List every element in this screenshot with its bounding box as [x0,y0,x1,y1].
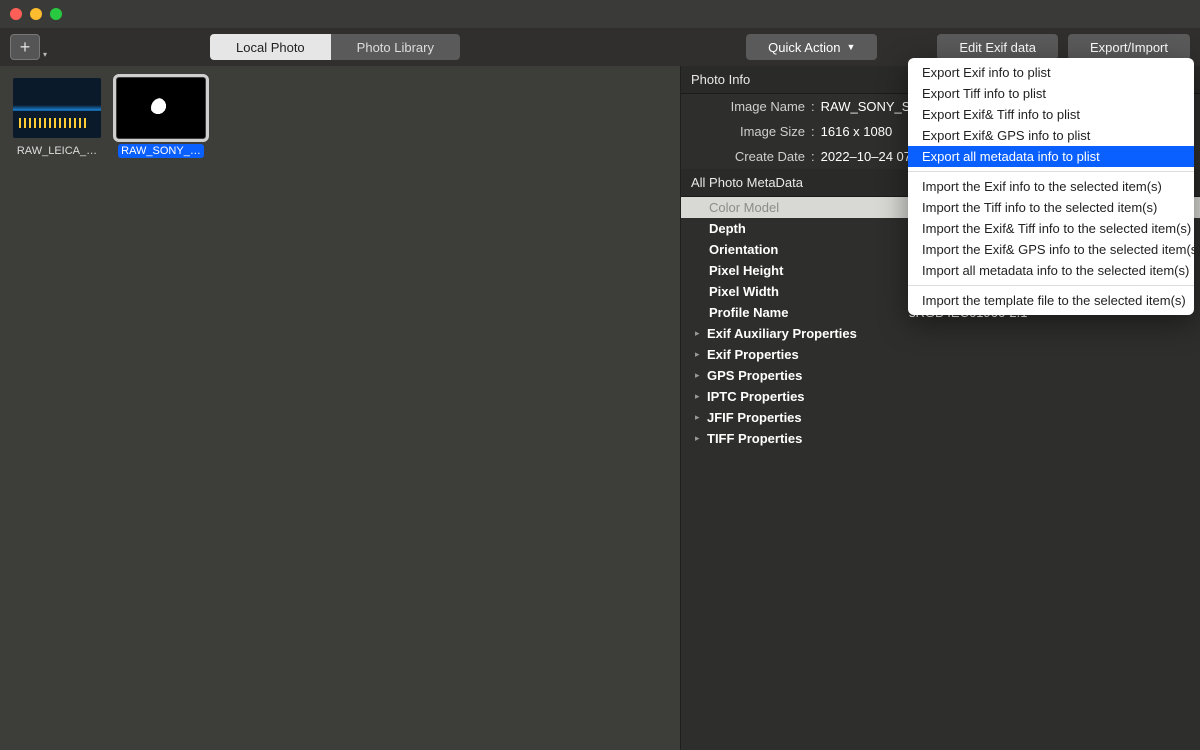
thumbnail-grid: RAW_LEICA_… RAW_SONY_… [0,66,680,750]
menu-item[interactable]: Export Tiff info to plist [908,83,1194,104]
maximize-icon[interactable] [50,8,62,20]
disclosure-triangle-icon: ▸ [695,349,707,360]
export-import-menu: Export Exif info to plistExport Tiff inf… [908,58,1194,315]
menu-item[interactable]: Export Exif& Tiff info to plist [908,104,1194,125]
metadata-group[interactable]: ▸Exif Properties [681,344,1200,365]
disclosure-triangle-icon: ▸ [695,412,707,423]
disclosure-triangle-icon: ▸ [695,391,707,402]
menu-item[interactable]: Export Exif info to plist [908,62,1194,83]
thumbnail-label: RAW_SONY_… [118,144,204,158]
chevron-down-icon: ▼ [846,42,855,52]
metadata-group-label: IPTC Properties [707,389,907,404]
metadata-group-label: JFIF Properties [707,410,907,425]
metadata-group[interactable]: ▸JFIF Properties [681,407,1200,428]
metadata-key: Depth [709,221,909,236]
source-tabs: Local Photo Photo Library [210,34,460,60]
menu-separator [908,285,1194,286]
export-import-button[interactable]: Export/Import [1068,34,1190,60]
chevron-down-icon: ▾ [43,50,47,59]
menu-item[interactable]: Import the template file to the selected… [908,290,1194,311]
metadata-group-label: Exif Properties [707,347,907,362]
metadata-group[interactable]: ▸GPS Properties [681,365,1200,386]
close-icon[interactable] [10,8,22,20]
menu-item[interactable]: Import the Exif info to the selected ite… [908,176,1194,197]
edit-exif-button[interactable]: Edit Exif data [937,34,1058,60]
menu-item[interactable]: Import the Exif& GPS info to the selecte… [908,239,1194,260]
thumbnail-item[interactable]: RAW_LEICA_… [12,78,102,158]
metadata-key: Pixel Width [709,284,909,299]
metadata-group[interactable]: ▸IPTC Properties [681,386,1200,407]
thumbnail-image [13,78,101,138]
disclosure-triangle-icon: ▸ [695,433,707,444]
menu-item[interactable]: Import the Tiff info to the selected ite… [908,197,1194,218]
tab-photo-library[interactable]: Photo Library [331,34,460,60]
info-key: Image Size [695,124,805,139]
metadata-group-label: Exif Auxiliary Properties [707,326,907,341]
metadata-key: Color Model [709,200,909,215]
thumbnail-item[interactable]: RAW_SONY_… [116,78,206,158]
info-key: Create Date [695,149,805,164]
tab-local-photo[interactable]: Local Photo [210,34,331,60]
titlebar [0,0,1200,28]
metadata-group[interactable]: ▸Exif Auxiliary Properties [681,323,1200,344]
plus-icon: + [20,37,31,58]
menu-item[interactable]: Import all metadata info to the selected… [908,260,1194,281]
menu-item[interactable]: Export Exif& GPS info to plist [908,125,1194,146]
metadata-group-label: GPS Properties [707,368,907,383]
window-controls [10,8,62,20]
quick-action-button[interactable]: Quick Action ▼ [746,34,877,60]
metadata-key: Profile Name [709,305,909,320]
minimize-icon[interactable] [30,8,42,20]
add-button[interactable]: + ▾ [10,34,40,60]
menu-item[interactable]: Export all metadata info to plist [908,146,1194,167]
disclosure-triangle-icon: ▸ [695,370,707,381]
menu-separator [908,171,1194,172]
metadata-key: Orientation [709,242,909,257]
thumbnail-label: RAW_LEICA_… [14,144,100,158]
disclosure-triangle-icon: ▸ [695,328,707,339]
thumbnail-image [117,78,205,138]
metadata-group[interactable]: ▸TIFF Properties [681,428,1200,449]
info-key: Image Name [695,99,805,114]
metadata-group-label: TIFF Properties [707,431,907,446]
metadata-key: Pixel Height [709,263,909,278]
menu-item[interactable]: Import the Exif& Tiff info to the select… [908,218,1194,239]
quick-action-label: Quick Action [768,40,840,55]
